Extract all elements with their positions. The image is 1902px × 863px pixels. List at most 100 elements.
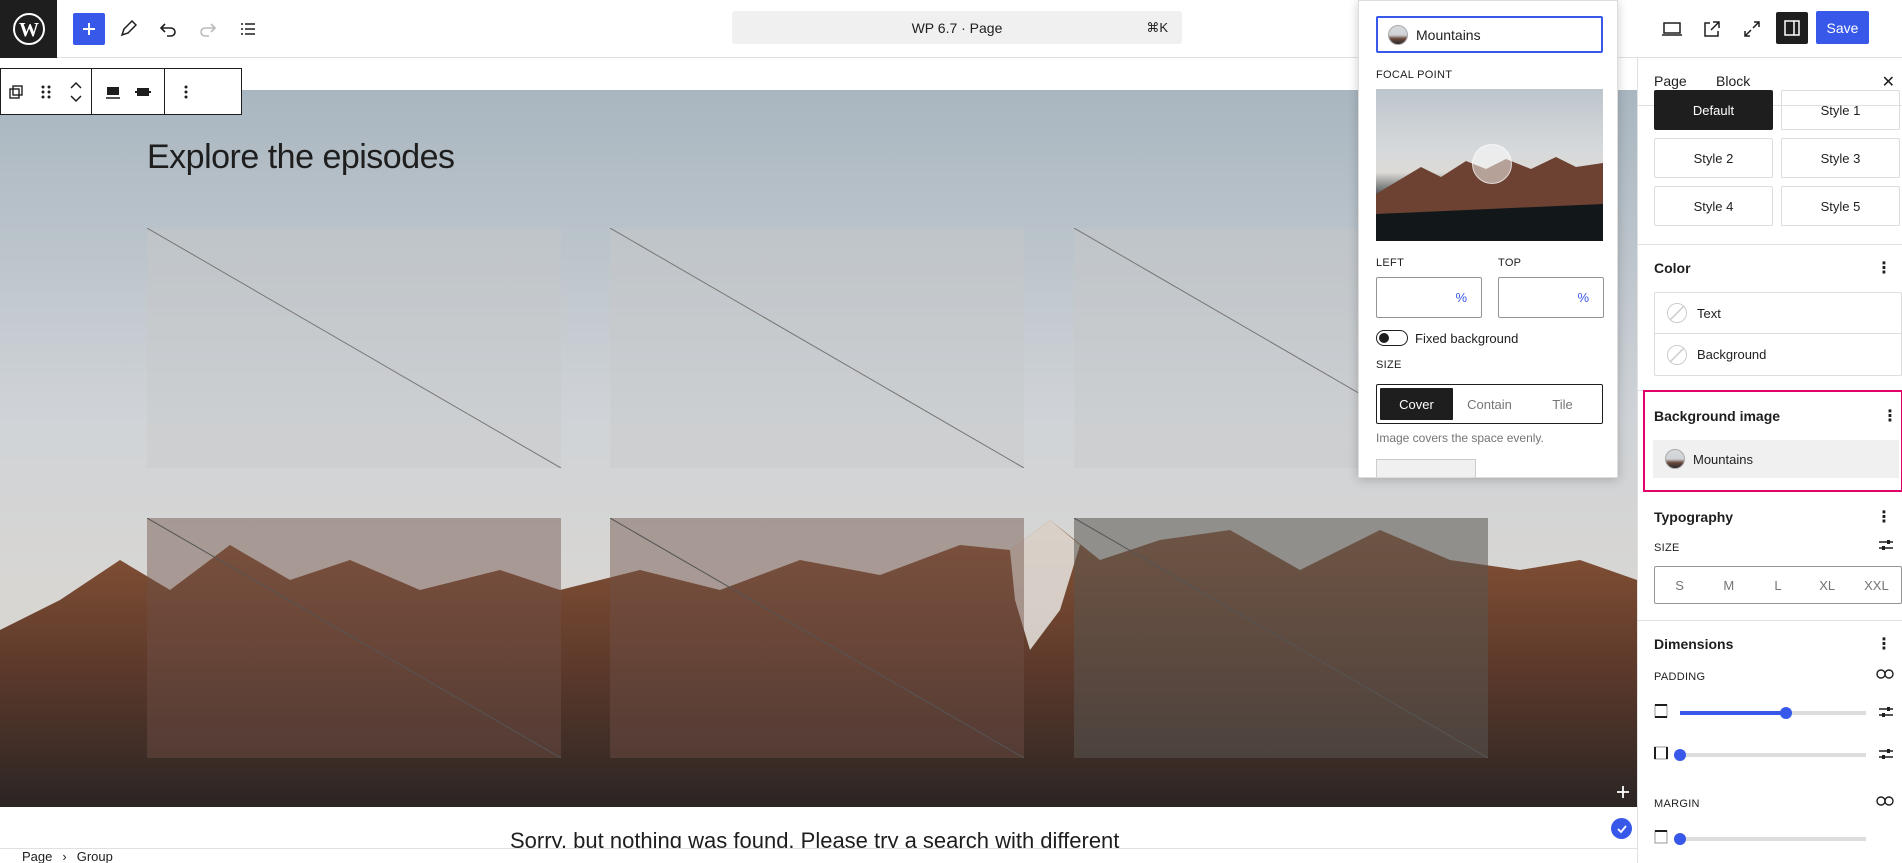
style-3-button[interactable]: Style 3 bbox=[1781, 138, 1900, 178]
padding-horizontal-slider[interactable] bbox=[1674, 749, 1866, 761]
check-icon bbox=[1611, 818, 1632, 839]
close-icon[interactable]: ✕ bbox=[1882, 72, 1895, 92]
fixed-background-toggle[interactable] bbox=[1376, 330, 1408, 346]
image-placeholder[interactable] bbox=[1074, 518, 1488, 758]
divider bbox=[1638, 244, 1902, 245]
padding-vertical-slider[interactable] bbox=[1680, 707, 1866, 719]
text-color-item[interactable]: Text bbox=[1655, 293, 1901, 334]
redo-icon[interactable] bbox=[192, 13, 224, 45]
top-unit: % bbox=[1577, 290, 1589, 305]
padding-vertical-icon bbox=[1654, 704, 1668, 721]
move-up-down-icon[interactable] bbox=[61, 69, 91, 114]
image-thumbnail bbox=[1665, 449, 1685, 469]
undo-icon[interactable] bbox=[152, 13, 184, 45]
background-image-selector[interactable]: Mountains bbox=[1376, 16, 1603, 53]
image-placeholder[interactable] bbox=[610, 228, 1024, 468]
background-color-label: Background bbox=[1697, 347, 1767, 362]
dimensions-options-icon[interactable]: ⋮ bbox=[1876, 634, 1892, 654]
typography-options-icon[interactable]: ⋮ bbox=[1876, 507, 1892, 527]
no-results-text[interactable]: Sorry, but nothing was found. Please try… bbox=[510, 828, 1119, 848]
style-2-button[interactable]: Style 2 bbox=[1654, 138, 1773, 178]
block-toolbar bbox=[0, 68, 242, 115]
command-palette-button[interactable]: WP 6.7 · Page ⌘K bbox=[732, 11, 1182, 44]
text-color-label: Text bbox=[1697, 305, 1721, 321]
tools-pencil-icon[interactable] bbox=[112, 13, 144, 45]
size-xxl[interactable]: XXL bbox=[1852, 567, 1901, 603]
settings-sidebar: Page Block ✕ Default Style 1 Style 2 Sty… bbox=[1637, 58, 1902, 863]
background-image-options-icon[interactable]: ⋮ bbox=[1882, 406, 1898, 426]
settings-sidebar-toggle[interactable] bbox=[1776, 12, 1808, 44]
image-placeholder[interactable] bbox=[147, 228, 561, 468]
size-l[interactable]: L bbox=[1753, 567, 1802, 603]
custom-size-icon[interactable] bbox=[1878, 538, 1894, 555]
size-m[interactable]: M bbox=[1704, 567, 1753, 603]
typography-title[interactable]: Typography bbox=[1654, 509, 1733, 525]
document-overview-icon[interactable] bbox=[232, 13, 264, 45]
padding-vertical-knob[interactable] bbox=[1780, 707, 1792, 719]
size-xl[interactable]: XL bbox=[1803, 567, 1852, 603]
document-title: WP 6.7 · Page bbox=[911, 19, 1003, 36]
link-sides-icon[interactable] bbox=[1876, 668, 1894, 683]
color-options-icon[interactable]: ⋮ bbox=[1876, 258, 1892, 278]
tab-page[interactable]: Page bbox=[1654, 73, 1687, 89]
save-button[interactable]: Save bbox=[1816, 11, 1869, 44]
style-1-button[interactable]: Style 1 bbox=[1781, 90, 1900, 130]
background-image-title[interactable]: Background image bbox=[1654, 408, 1780, 424]
fullscreen-icon[interactable] bbox=[1736, 13, 1768, 45]
dimensions-title[interactable]: Dimensions bbox=[1654, 636, 1733, 652]
custom-padding-icon[interactable] bbox=[1878, 705, 1894, 722]
color-settings-list: Text Background bbox=[1654, 292, 1902, 376]
style-default-button[interactable]: Default bbox=[1654, 90, 1773, 130]
color-swatch-icon bbox=[1667, 344, 1687, 365]
custom-padding-icon[interactable] bbox=[1878, 747, 1894, 764]
size-auto-select[interactable] bbox=[1376, 459, 1476, 477]
wordpress-logo-icon[interactable]: W bbox=[0, 0, 57, 58]
chevron-right-icon: › bbox=[62, 848, 67, 863]
focal-point-handle[interactable] bbox=[1472, 144, 1512, 184]
size-option-contain[interactable]: Contain bbox=[1453, 388, 1526, 420]
margin-slider[interactable] bbox=[1674, 833, 1866, 845]
focal-top-input[interactable]: % bbox=[1498, 277, 1604, 318]
image-name: Mountains bbox=[1416, 26, 1481, 43]
margin-knob[interactable] bbox=[1674, 833, 1686, 845]
margin-label: MARGIN bbox=[1654, 798, 1700, 810]
view-page-external-icon[interactable] bbox=[1696, 13, 1728, 45]
link-sides-icon[interactable] bbox=[1876, 795, 1894, 810]
more-options-icon[interactable] bbox=[171, 69, 201, 114]
font-size-control: S M L XL XXL bbox=[1654, 566, 1902, 604]
background-color-item[interactable]: Background bbox=[1655, 334, 1901, 375]
focal-point-label: FOCAL POINT bbox=[1376, 69, 1453, 81]
font-size-label: SIZE bbox=[1654, 542, 1680, 554]
device-preview-icon[interactable] bbox=[1656, 13, 1688, 45]
focal-left-input[interactable]: % bbox=[1376, 277, 1482, 318]
tab-block[interactable]: Block bbox=[1705, 73, 1761, 105]
padding-label: PADDING bbox=[1654, 671, 1706, 683]
block-inserter-button[interactable] bbox=[73, 13, 105, 45]
transform-block-icon[interactable] bbox=[1, 69, 31, 114]
background-image-item[interactable]: Mountains bbox=[1653, 440, 1899, 478]
align-center-icon[interactable] bbox=[128, 69, 158, 114]
padding-horizontal-knob[interactable] bbox=[1674, 749, 1686, 761]
breadcrumb-item[interactable]: Group bbox=[77, 849, 113, 863]
align-top-icon[interactable] bbox=[98, 69, 128, 114]
size-option-tile[interactable]: Tile bbox=[1526, 388, 1599, 420]
image-placeholder[interactable] bbox=[610, 518, 1024, 758]
left-label: LEFT bbox=[1376, 257, 1405, 269]
breadcrumb-item[interactable]: Page bbox=[22, 849, 52, 863]
size-option-cover[interactable]: Cover bbox=[1380, 388, 1453, 420]
drag-handle-icon[interactable] bbox=[31, 69, 61, 114]
style-4-button[interactable]: Style 4 bbox=[1654, 186, 1773, 226]
style-5-button[interactable]: Style 5 bbox=[1781, 186, 1900, 226]
focal-point-picker[interactable] bbox=[1376, 89, 1603, 241]
size-label: SIZE bbox=[1376, 359, 1402, 371]
image-placeholder[interactable] bbox=[147, 518, 561, 758]
shortcut-hint: ⌘K bbox=[1146, 19, 1168, 35]
margin-icon bbox=[1654, 830, 1668, 847]
section-heading[interactable]: Explore the episodes bbox=[147, 138, 455, 177]
color-panel-title[interactable]: Color bbox=[1654, 260, 1691, 276]
add-block-icon[interactable] bbox=[1616, 783, 1630, 804]
padding-vertical-fill bbox=[1680, 711, 1786, 715]
image-thumbnail bbox=[1388, 24, 1408, 45]
size-s[interactable]: S bbox=[1655, 567, 1704, 603]
fixed-background-label: Fixed background bbox=[1415, 331, 1519, 346]
